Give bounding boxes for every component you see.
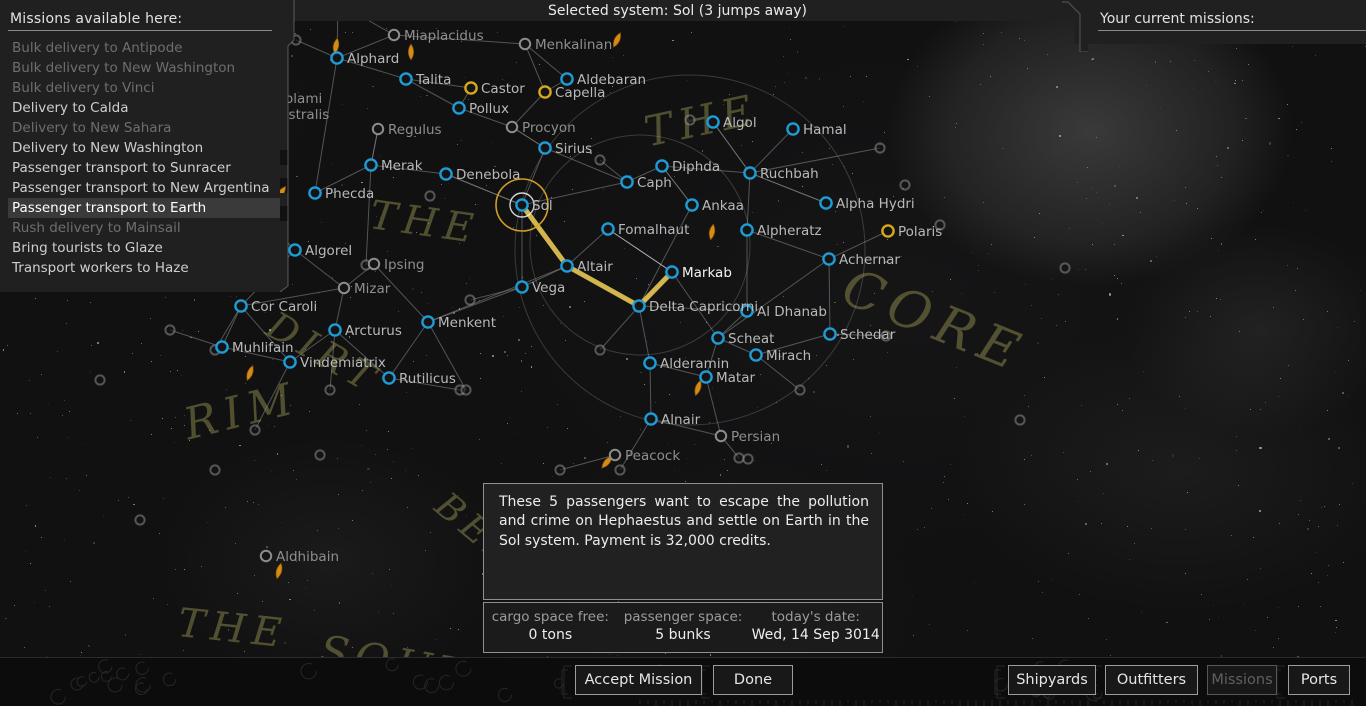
available-missions-title: Missions available here: <box>10 11 183 27</box>
system-label: Sol <box>532 198 553 214</box>
system-label: Mizar <box>354 281 391 297</box>
system-label: Markab <box>682 265 732 281</box>
system-label: Al Dhanab <box>757 304 827 320</box>
system-label: Menkent <box>438 315 496 331</box>
system-label: Regulus <box>388 122 442 138</box>
passenger-space-label: passenger space: <box>623 609 743 625</box>
mission-description-dialog: These 5 passengers want to escape the po… <box>483 483 883 600</box>
system-label: Peacock <box>625 448 680 464</box>
mission-list-item[interactable]: Passenger transport to Earth <box>8 198 280 218</box>
mission-list-item[interactable]: Delivery to New Sahara <box>8 118 280 138</box>
system-label: Algol <box>723 115 757 131</box>
system-label: Persian <box>731 429 780 445</box>
system-label: Pollux <box>469 101 509 117</box>
system-label: Fomalhaut <box>618 222 689 238</box>
system-label: Menkalinan <box>535 37 612 53</box>
current-missions-panel[interactable]: Your current missions: <box>1074 0 1366 44</box>
system-label: Hamal <box>803 122 847 138</box>
todays-date-label: today's date: <box>771 609 860 625</box>
todays-date-value: Wed, 14 Sep 3014 <box>751 627 880 643</box>
selected-system-label: Selected system: Sol (3 jumps away) <box>548 3 807 19</box>
system-label: Matar <box>716 370 755 386</box>
missions-button: Missions <box>1207 665 1277 695</box>
system-label: Rutilicus <box>399 371 456 387</box>
top-status-bar: Selected system: Sol (3 jumps away) <box>281 0 1074 21</box>
system-label: Delta Capricorni <box>649 299 758 315</box>
left-panel-decorative-edge <box>280 0 295 292</box>
system-label: Ruchbah <box>760 166 819 182</box>
system-label: Alphard <box>347 51 399 67</box>
cargo-space-value: 0 tons <box>528 627 573 643</box>
todays-date-stat: today's date: Wed, 14 Sep 3014 <box>749 603 882 652</box>
system-label: Denebola <box>456 167 520 183</box>
status-bar: cargo space free: 0 tons passenger space… <box>483 602 883 653</box>
system-label: Ankaa <box>702 198 744 214</box>
outfitters-button[interactable]: Outfitters <box>1105 665 1198 695</box>
system-label: Polaris <box>898 224 942 240</box>
system-label: Phecda <box>325 186 374 202</box>
system-label: Muhlifain <box>232 340 294 356</box>
system-label: Cor Caroli <box>251 299 317 315</box>
system-label: Alpheratz <box>757 223 822 239</box>
title-underline <box>8 30 272 31</box>
system-label: Sirius <box>555 141 592 157</box>
system-label: Ipsing <box>384 257 424 273</box>
system-label: Altair <box>577 259 613 275</box>
system-label: Vega <box>532 280 565 296</box>
shipyards-button[interactable]: Shipyards <box>1008 665 1096 695</box>
system-label: Achernar <box>839 252 900 268</box>
mission-list-item[interactable]: Transport workers to Haze <box>8 258 280 278</box>
mission-list-item[interactable]: Rush delivery to Mainsail <box>8 218 280 238</box>
system-label: Caph <box>637 175 672 191</box>
system-label: Alnair <box>661 412 701 428</box>
system-label: Merak <box>381 158 423 174</box>
system-label: Talita <box>415 72 451 88</box>
system-label: Scheat <box>728 331 774 347</box>
system-label: Alpha Hydri <box>836 196 915 212</box>
system-label: Algorel <box>305 243 352 259</box>
system-label: Castor <box>481 81 525 97</box>
system-label: Procyon <box>522 120 576 136</box>
current-missions-underline <box>1098 30 1366 31</box>
right-panel-decorative-edge <box>1062 0 1088 52</box>
mission-list-item[interactable]: Passenger transport to New Argentina <box>8 178 280 198</box>
system-label: Miaplacidus <box>404 28 484 44</box>
available-missions-panel[interactable]: Missions available here: Bulk delivery t… <box>0 0 280 292</box>
system-label: Diphda <box>672 159 720 175</box>
cargo-space-label: cargo space free: <box>491 609 609 625</box>
cargo-space-stat: cargo space free: 0 tons <box>484 603 617 652</box>
mission-list-item[interactable]: Passenger transport to Sunracer <box>8 158 280 178</box>
ports-button[interactable]: Ports <box>1288 665 1350 695</box>
accept-mission-button[interactable]: Accept Mission <box>575 665 702 695</box>
mission-list-item[interactable]: Bulk delivery to Vinci <box>8 78 280 98</box>
system-label: Mirach <box>766 348 811 364</box>
current-missions-title: Your current missions: <box>1100 11 1255 27</box>
mission-description-text: These 5 passengers want to escape the po… <box>499 494 869 549</box>
mission-list-item[interactable]: Bulk delivery to New Washington <box>8 58 280 78</box>
passenger-space-stat: passenger space: 5 bunks <box>617 603 750 652</box>
system-label: Schedar <box>840 327 896 343</box>
passenger-space-value: 5 bunks <box>655 627 711 643</box>
mission-list-item[interactable]: Bulk delivery to Antipode <box>8 38 280 58</box>
mission-list-item[interactable]: Delivery to Calda <box>8 98 280 118</box>
system-label: Aldebaran <box>577 72 646 88</box>
mission-list-item[interactable]: Bring tourists to Glaze <box>8 238 280 258</box>
done-button[interactable]: Done <box>713 665 793 695</box>
system-label: Aldhibain <box>276 549 339 565</box>
mission-list-item[interactable]: Delivery to New Washington <box>8 138 280 158</box>
system-label: Vindemiatrix <box>300 355 386 371</box>
system-label: Arcturus <box>345 323 402 339</box>
